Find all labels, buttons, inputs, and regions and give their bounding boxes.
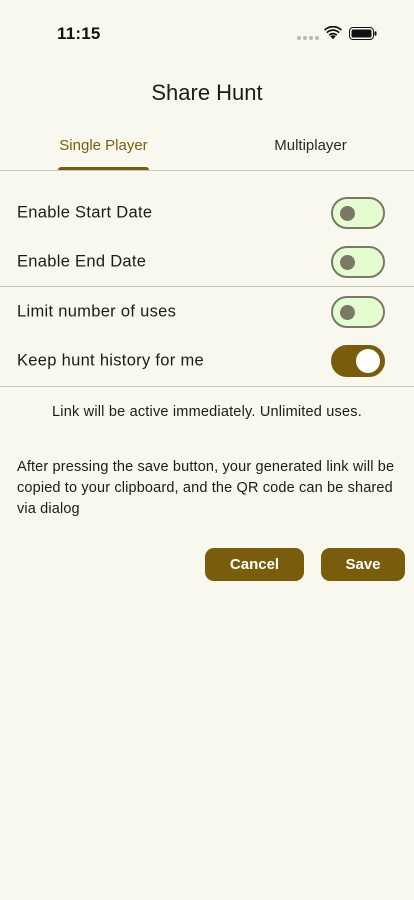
setting-row-keep-history: Keep hunt history for me	[0, 337, 414, 385]
setting-label: Limit number of uses	[17, 302, 177, 321]
tab-single-player[interactable]: Single Player	[0, 137, 207, 154]
keep-history-toggle[interactable]	[331, 345, 385, 377]
share-hunt-screen: 11:15 Share Hunt Single Player Multiplay…	[0, 0, 414, 900]
link-status-text: Link will be active immediately. Unlimit…	[52, 404, 362, 420]
cancel-button[interactable]: Cancel	[205, 548, 304, 581]
battery-icon	[349, 27, 377, 40]
setting-label: Enable End Date	[17, 252, 147, 271]
status-bar: 11:15	[0, 0, 414, 68]
setting-row-limit-uses: Limit number of uses	[0, 288, 414, 336]
toggle-knob	[356, 349, 380, 373]
setting-row-start-date: Enable Start Date	[0, 189, 414, 237]
limit-uses-toggle[interactable]	[331, 296, 385, 328]
page-title: Share Hunt	[151, 80, 263, 105]
toggle-knob	[340, 206, 355, 221]
setting-row-end-date: Enable End Date	[0, 238, 414, 286]
tab-selected-indicator	[58, 167, 149, 170]
tab-bar: Single Player Multiplayer	[0, 125, 414, 171]
save-description-text: After pressing the save button, your gen…	[17, 459, 395, 517]
toggle-knob	[340, 305, 355, 320]
start-date-toggle[interactable]	[331, 197, 385, 229]
setting-label: Keep hunt history for me	[17, 351, 204, 370]
save-button[interactable]: Save	[321, 548, 405, 581]
end-date-toggle[interactable]	[331, 246, 385, 278]
cellular-signal-icon	[297, 36, 319, 40]
setting-label: Enable Start Date	[17, 203, 153, 222]
toggle-knob	[340, 255, 355, 270]
tab-multiplayer[interactable]: Multiplayer	[207, 137, 414, 154]
section-divider	[0, 286, 414, 287]
section-divider	[0, 386, 414, 387]
status-time: 11:15	[57, 24, 101, 43]
wifi-icon	[324, 26, 342, 40]
